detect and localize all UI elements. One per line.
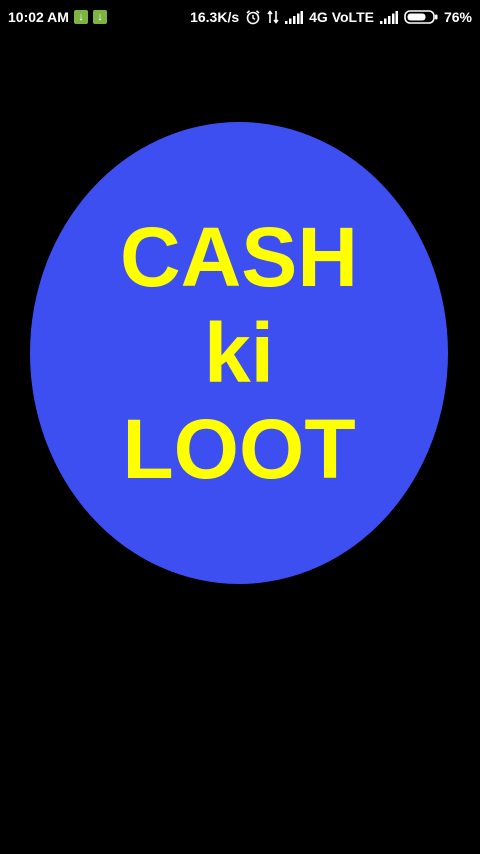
signal-icon [285, 10, 304, 24]
status-time: 10:02 AM [8, 9, 69, 25]
download-icon: ↓ [92, 10, 107, 24]
network-speed: 16.3K/s [190, 9, 240, 25]
app-logo: CASH ki LOOT [30, 122, 448, 584]
logo-text-cash: CASH [119, 210, 358, 304]
alarm-icon [245, 9, 261, 25]
signal-icon [379, 10, 398, 24]
logo-text-ki: ki [203, 306, 275, 400]
status-bar-left: 10:02 AM ↓ ↓ [8, 9, 112, 25]
network-type: 4G VoLTE [309, 9, 374, 25]
splash-screen: 10:02 AM ↓ ↓ 16.3K/s 4G VoLTE 76% CASH k… [0, 0, 480, 854]
download-icon: ↓ [73, 10, 88, 24]
status-bar: 10:02 AM ↓ ↓ 16.3K/s 4G VoLTE 76% [0, 0, 480, 34]
status-bar-right: 16.3K/s 4G VoLTE 76% [184, 9, 472, 25]
battery-percent: 76% [443, 9, 472, 25]
data-transfer-icon [267, 10, 279, 24]
logo-text-loot: LOOT [122, 402, 356, 496]
battery-icon [404, 10, 438, 24]
